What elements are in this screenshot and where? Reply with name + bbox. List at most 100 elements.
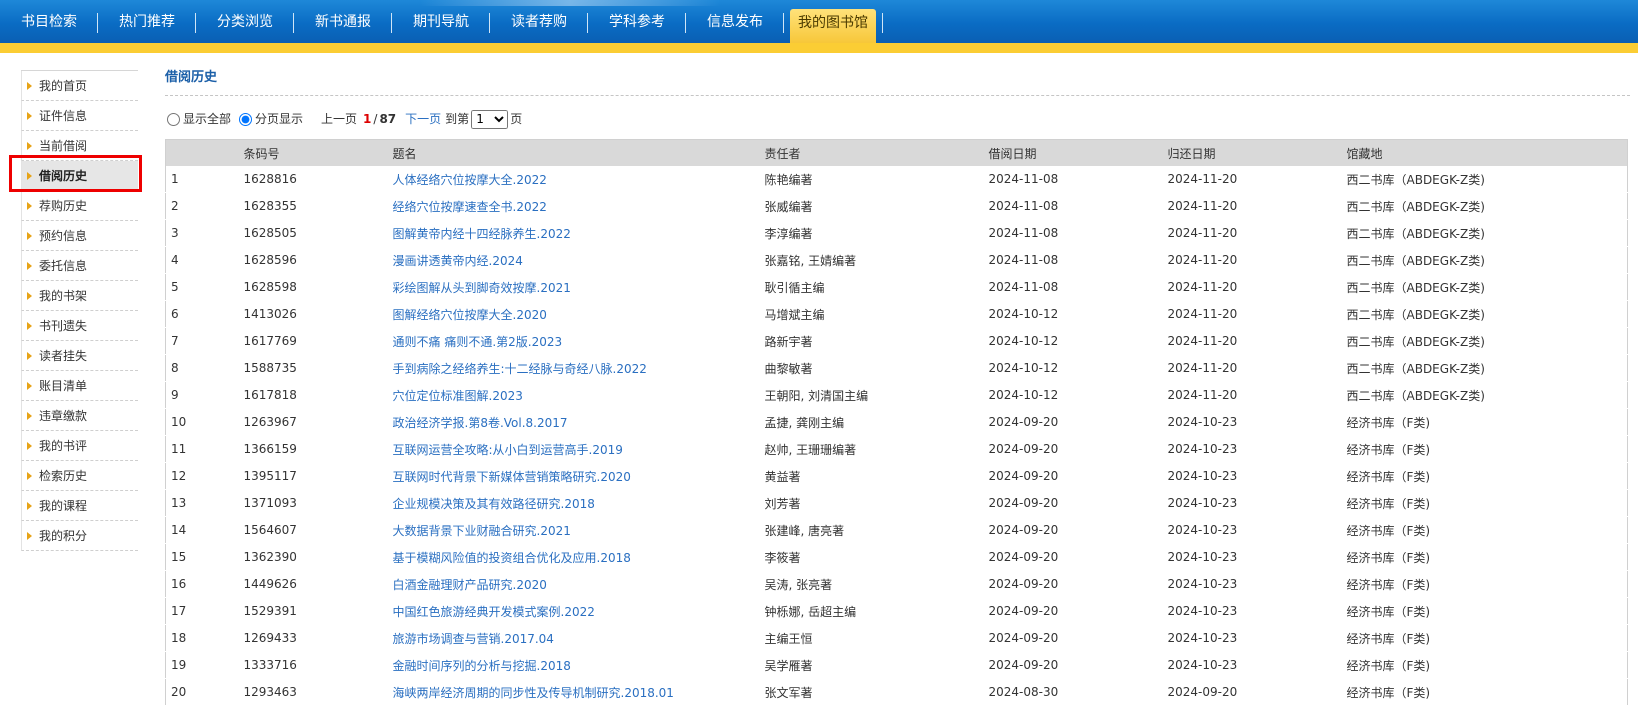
sidebar-item-2[interactable]: 当前借阅 bbox=[21, 131, 138, 161]
sidebar-item-11[interactable]: 违章缴款 bbox=[21, 401, 138, 431]
sidebar-item-14[interactable]: 我的课程 bbox=[21, 491, 138, 521]
title-cell[interactable]: 经络穴位按摩速查全书.2022 bbox=[387, 192, 760, 220]
location-cell: 西二书库（ABDEGK-Z类) bbox=[1341, 166, 1628, 193]
barcode-cell: 1588735 bbox=[238, 354, 388, 382]
author-cell: 主编王恒 bbox=[759, 624, 984, 652]
nav-item-3[interactable]: 新书通报 bbox=[294, 0, 392, 43]
location-cell: 经济书库（F类) bbox=[1341, 516, 1628, 544]
title-cell[interactable]: 大数据背景下业财融合研究.2021 bbox=[387, 516, 760, 544]
total-pages: 87 bbox=[379, 112, 397, 126]
borrow-date-cell: 2024-08-30 bbox=[983, 678, 1163, 706]
sidebar-item-3[interactable]: 借阅历史 bbox=[21, 161, 138, 191]
title-cell[interactable]: 旅游市场调查与营销.2017.04 bbox=[387, 624, 760, 652]
barcode-cell: 1371093 bbox=[238, 489, 388, 517]
title-cell[interactable]: 海峡两岸经济周期的同步性及传导机制研究.2018.01 bbox=[387, 678, 760, 706]
nav-item-7[interactable]: 信息发布 bbox=[686, 0, 784, 43]
sidebar-item-0[interactable]: 我的首页 bbox=[21, 71, 138, 101]
title-cell[interactable]: 图解黄帝内经十四经脉养生.2022 bbox=[387, 219, 760, 247]
barcode-cell: 1293463 bbox=[238, 678, 388, 706]
nav-item-2[interactable]: 分类浏览 bbox=[196, 0, 294, 43]
title-cell[interactable]: 金融时间序列的分析与挖掘.2018 bbox=[387, 651, 760, 679]
title-cell[interactable]: 政治经济学报.第8卷.Vol.8.2017 bbox=[387, 408, 760, 436]
title-cell[interactable]: 中国红色旅游经典开发模式案例.2022 bbox=[387, 597, 760, 625]
nav-item-1[interactable]: 热门推荐 bbox=[98, 0, 196, 43]
author-cell: 钟栎娜, 岳超主编 bbox=[759, 597, 984, 625]
nav-item-6[interactable]: 学科参考 bbox=[588, 0, 686, 43]
title-cell[interactable]: 图解经络穴位按摩大全.2020 bbox=[387, 300, 760, 328]
title-cell[interactable]: 企业规模决策及其有效路径研究.2018 bbox=[387, 489, 760, 517]
location-cell: 经济书库（F类) bbox=[1341, 408, 1628, 436]
title-cell[interactable]: 互联网时代背景下新媒体营销策略研究.2020 bbox=[387, 462, 760, 490]
row-index-cell: 16 bbox=[165, 570, 239, 598]
return-date-cell: 2024-10-23 bbox=[1162, 624, 1342, 652]
title-cell[interactable]: 彩绘图解从头到脚奇效按摩.2021 bbox=[387, 273, 760, 301]
title-cell[interactable]: 通则不痛 痛则不通.第2版.2023 bbox=[387, 327, 760, 355]
return-date-cell: 2024-09-20 bbox=[1162, 678, 1342, 706]
arrow-right-icon bbox=[27, 292, 32, 300]
table-row: 5 1628598 彩绘图解从头到脚奇效按摩.2021 耿引循主编 2024-11-08… bbox=[165, 273, 1628, 301]
nav-item-8[interactable]: 我的图书馆 bbox=[790, 9, 883, 43]
barcode-cell: 1366159 bbox=[238, 435, 388, 463]
barcode-cell: 1628505 bbox=[238, 219, 388, 247]
sidebar-item-13[interactable]: 检索历史 bbox=[21, 461, 138, 491]
show-all-radio[interactable] bbox=[167, 112, 180, 126]
sidebar-item-label: 当前借阅 bbox=[39, 139, 88, 153]
sidebar-item-10[interactable]: 账目清单 bbox=[21, 371, 138, 401]
sidebar-item-9[interactable]: 读者挂失 bbox=[21, 341, 138, 371]
table-row: 14 1564607 大数据背景下业财融合研究.2021 张建峰, 唐亮著 2024-0… bbox=[165, 516, 1628, 544]
sidebar-item-6[interactable]: 委托信息 bbox=[21, 251, 138, 281]
return-date-cell: 2024-11-20 bbox=[1162, 300, 1342, 328]
row-index-cell: 10 bbox=[165, 408, 239, 436]
title-cell[interactable]: 互联网运营全攻略:从小白到运营高手.2019 bbox=[387, 435, 760, 463]
next-page-link[interactable]: 下一页 bbox=[405, 106, 441, 132]
location-cell: 经济书库（F类) bbox=[1341, 435, 1628, 463]
row-index-cell: 1 bbox=[165, 166, 239, 193]
sidebar-item-8[interactable]: 书刊遗失 bbox=[21, 311, 138, 341]
sidebar-item-5[interactable]: 预约信息 bbox=[21, 221, 138, 251]
borrow-date-cell: 2024-11-08 bbox=[983, 166, 1163, 193]
sidebar-item-label: 违章缴款 bbox=[39, 409, 88, 423]
page-separator: / bbox=[373, 112, 378, 126]
barcode-cell: 1395117 bbox=[238, 462, 388, 490]
show-all-label: 显示全部 bbox=[183, 112, 232, 126]
borrow-date-cell: 2024-11-08 bbox=[983, 273, 1163, 301]
nav-item-5[interactable]: 读者荐购 bbox=[490, 0, 588, 43]
nav-item-4[interactable]: 期刊导航 bbox=[392, 0, 490, 43]
borrow-date-cell: 2024-09-20 bbox=[983, 489, 1163, 517]
arrow-right-icon bbox=[27, 112, 32, 120]
paged-radio[interactable] bbox=[239, 112, 253, 126]
return-date-cell: 2024-10-23 bbox=[1162, 543, 1342, 571]
borrow-date-cell: 2024-09-20 bbox=[983, 570, 1163, 598]
sidebar-item-7[interactable]: 我的书架 bbox=[21, 281, 138, 311]
title-cell[interactable]: 白酒金融理财产品研究.2020 bbox=[387, 570, 760, 598]
title-cell[interactable]: 穴位定位标准图解.2023 bbox=[387, 381, 760, 409]
sidebar-item-4[interactable]: 荐购历史 bbox=[21, 191, 138, 221]
title-cell[interactable]: 手到病除之经络养生:十二经脉与奇经八脉.2022 bbox=[387, 354, 760, 382]
sidebar-item-12[interactable]: 我的书评 bbox=[21, 431, 138, 461]
borrow-date-cell: 2024-09-20 bbox=[983, 435, 1163, 463]
title-cell[interactable]: 基于模糊风险值的投资组合优化及应用.2018 bbox=[387, 543, 760, 571]
sidebar-item-15[interactable]: 我的积分 bbox=[21, 521, 138, 551]
table-row: 16 1449626 白酒金融理财产品研究.2020 吴涛, 张亮著 2024-09-2… bbox=[165, 570, 1628, 598]
borrow-date-cell: 2024-10-12 bbox=[983, 381, 1163, 409]
barcode-cell: 1269433 bbox=[238, 624, 388, 652]
return-date-cell: 2024-10-23 bbox=[1162, 651, 1342, 679]
table-row: 3 1628505 图解黄帝内经十四经脉养生.2022 李淳编著 2024-11-08 2… bbox=[165, 219, 1628, 247]
return-date-cell: 2024-10-23 bbox=[1162, 597, 1342, 625]
paged-label: 分页显示 bbox=[255, 112, 304, 126]
location-cell: 经济书库（F类) bbox=[1341, 462, 1628, 490]
location-cell: 经济书库（F类) bbox=[1341, 678, 1628, 706]
page-title: 借阅历史 bbox=[165, 65, 1630, 96]
row-index-cell: 4 bbox=[165, 246, 239, 274]
location-cell: 西二书库（ABDEGK-Z类) bbox=[1341, 300, 1628, 328]
return-date-cell: 2024-11-20 bbox=[1162, 246, 1342, 274]
arrow-right-icon bbox=[27, 442, 32, 450]
row-index-cell: 12 bbox=[165, 462, 239, 490]
borrow-date-cell: 2024-09-20 bbox=[983, 597, 1163, 625]
page-select[interactable]: 1 bbox=[471, 109, 509, 129]
title-cell[interactable]: 漫画讲透黄帝内经.2024 bbox=[387, 246, 760, 274]
pager: 显示全部 分页显示 上一页 1 / 87 下一页 到第 1 页 bbox=[165, 106, 1630, 132]
title-cell[interactable]: 人体经络穴位按摩大全.2022 bbox=[387, 166, 760, 193]
sidebar-item-1[interactable]: 证件信息 bbox=[21, 101, 138, 131]
nav-item-0[interactable]: 书目检索 bbox=[0, 0, 98, 43]
